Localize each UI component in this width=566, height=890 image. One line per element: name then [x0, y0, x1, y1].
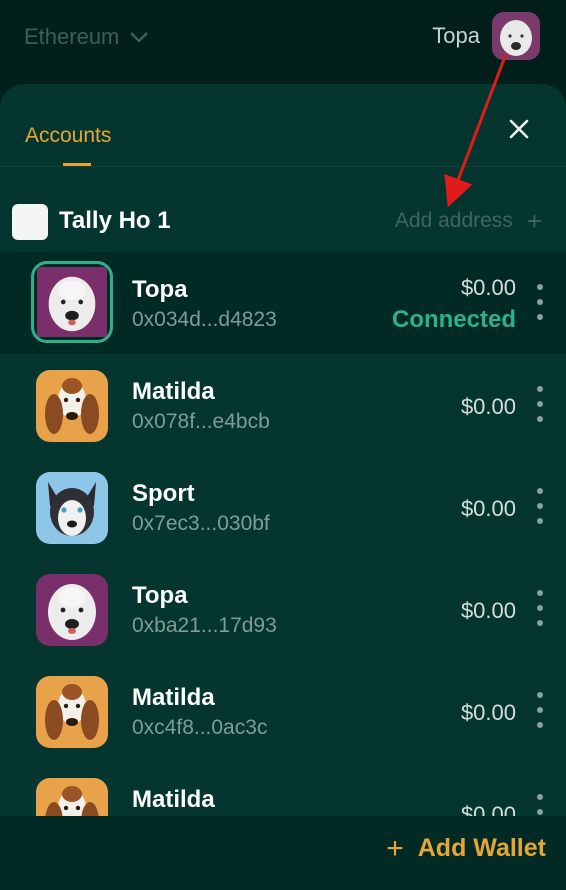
account-balance: $0.00 [460, 394, 516, 419]
more-options-icon[interactable] [536, 590, 544, 626]
add-address-button[interactable]: Add address + [394, 206, 542, 236]
account-address: 0x7ec3...030bf [132, 512, 270, 535]
wallet-header: Tally Ho 1 Add address + [0, 200, 566, 244]
add-wallet-label: Add Wallet [417, 834, 546, 862]
close-icon[interactable] [508, 118, 530, 140]
account-avatar [31, 261, 113, 343]
account-name: Topa [132, 582, 188, 609]
account-balance: $0.00 [460, 598, 516, 623]
panel-tabs: Accounts [0, 84, 566, 167]
account-list: Topa 0x034d...d4823 $0.00 Connected Mati… [0, 252, 566, 864]
account-avatar [36, 676, 108, 748]
wallet-name: Tally Ho 1 [59, 207, 171, 234]
more-options-icon[interactable] [536, 386, 544, 422]
current-account-button[interactable]: Topa [432, 12, 540, 60]
account-avatar [36, 574, 108, 646]
account-address: 0x034d...d4823 [132, 308, 277, 331]
footer-bar: + Add Wallet [0, 816, 566, 890]
plus-icon: + [386, 831, 404, 865]
account-row[interactable]: Matilda 0xc4f8...0ac3c $0.00 [0, 660, 566, 762]
top-bar: Ethereum Topa [0, 0, 566, 84]
account-row[interactable]: Sport 0x7ec3...030bf $0.00 [0, 456, 566, 558]
account-address: 0xc4f8...0ac3c [132, 716, 268, 739]
account-name: Matilda [132, 378, 215, 405]
network-selector[interactable]: Ethereum [24, 24, 149, 50]
more-options-icon[interactable] [536, 692, 544, 728]
current-account-avatar [492, 12, 540, 60]
account-row-selected[interactable]: Topa 0x034d...d4823 $0.00 Connected [0, 252, 566, 354]
chevron-down-icon [130, 32, 149, 43]
tab-active-indicator [63, 163, 91, 166]
connected-status: Connected [391, 306, 516, 333]
account-name: Sport [132, 480, 195, 507]
account-balance: $0.00 [460, 700, 516, 725]
account-balance: $0.00 [460, 275, 516, 300]
current-account-name: Topa [432, 23, 480, 48]
account-name: Topa [132, 276, 188, 303]
accounts-panel: Accounts Tally Ho 1 Add address + Topa 0… [0, 84, 566, 890]
account-name: Matilda [132, 786, 215, 813]
account-balance: $0.00 [460, 496, 516, 521]
account-address: 0x078f...e4bcb [132, 410, 270, 433]
more-options-icon[interactable] [536, 284, 544, 320]
plus-icon: + [526, 206, 542, 236]
network-label: Ethereum [24, 24, 120, 49]
account-avatar [36, 370, 108, 442]
more-options-icon[interactable] [536, 488, 544, 524]
wallet-icon [12, 204, 48, 240]
account-avatar [36, 472, 108, 544]
account-row[interactable]: Topa 0xba21...17d93 $0.00 [0, 558, 566, 660]
add-wallet-button[interactable]: + Add Wallet [386, 831, 546, 865]
account-address: 0xba21...17d93 [132, 614, 277, 637]
add-address-label: Add address [394, 209, 513, 232]
tab-accounts[interactable]: Accounts [25, 124, 111, 148]
account-row[interactable]: Matilda 0x078f...e4bcb $0.00 [0, 354, 566, 456]
account-name: Matilda [132, 684, 215, 711]
